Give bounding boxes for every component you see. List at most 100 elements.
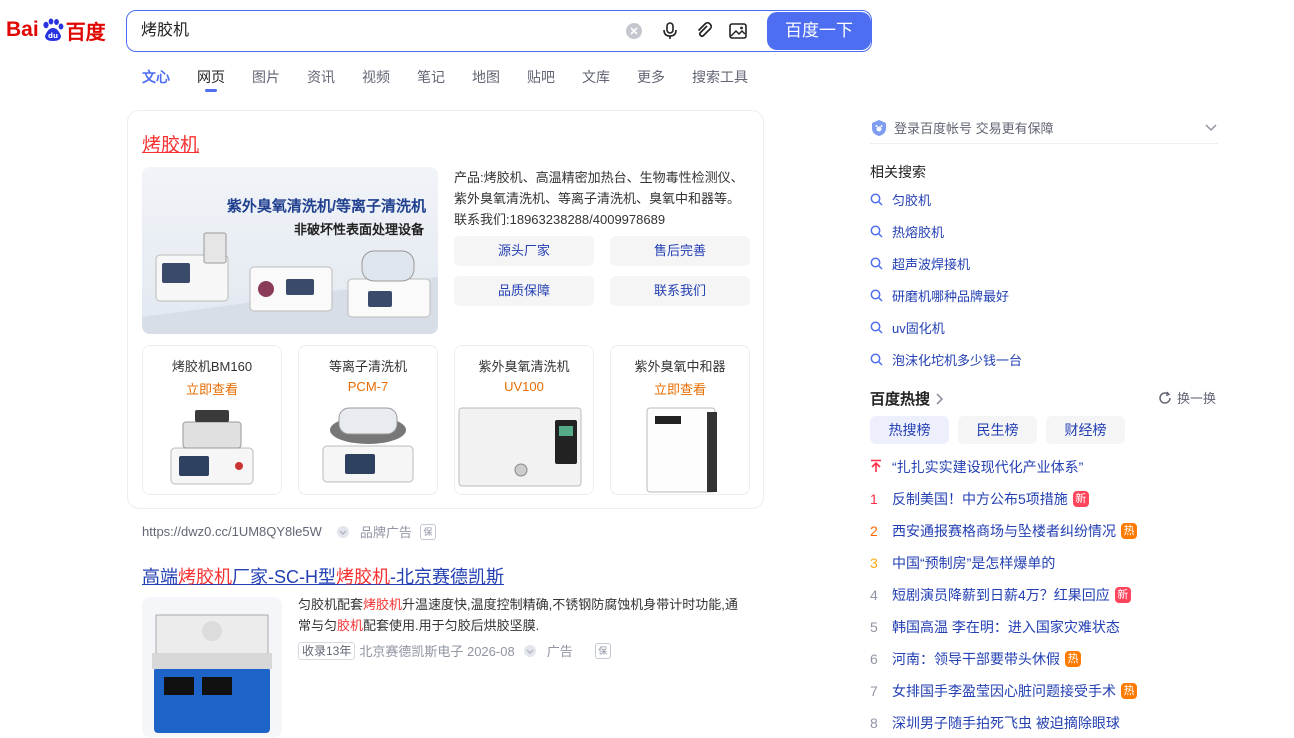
product-image xyxy=(646,407,717,493)
product-image xyxy=(458,407,582,487)
microphone-icon[interactable] xyxy=(660,21,680,41)
new-badge: 新 xyxy=(1072,491,1089,507)
hot-search-item[interactable]: 2 西安通报赛格商场与坠楼者纠纷情况热 xyxy=(870,521,1137,541)
search-box[interactable]: 烤胶机 xyxy=(126,10,872,52)
hot-search-item[interactable]: “扎扎实实建设现代化产业体系” xyxy=(870,457,1083,477)
desc-text: 升温速度快,温度控制精确,不锈钢防腐蚀机身带计时功能,通 xyxy=(402,597,738,612)
guarantee-icon[interactable]: 保 xyxy=(419,523,436,540)
related-search-item[interactable]: 泡沫化坨机多少钱一台 xyxy=(870,350,1022,369)
hot-rank: 2 xyxy=(870,523,878,539)
tab-wenxin[interactable]: 文心 xyxy=(142,66,170,90)
chevron-right-icon xyxy=(934,392,944,406)
pill-quality[interactable]: 品质保障 xyxy=(454,276,594,306)
hot-title: 反制美国！中方公布5项措施 xyxy=(892,491,1068,507)
product-card-pcm7[interactable]: 等离子清洗机 PCM-7 xyxy=(298,345,438,495)
related-search-item[interactable]: 超声波焊接机 xyxy=(870,254,970,273)
tab-finance[interactable]: 财经榜 xyxy=(1046,416,1125,444)
hot-title: 深圳男子随手拍死飞虫 被迫摘除眼球 xyxy=(892,715,1120,731)
pill-contact[interactable]: 联系我们 xyxy=(610,276,750,306)
desc-text: 匀胶机配套 xyxy=(298,597,364,612)
hot-title: “扎扎实实建设现代化产业体系” xyxy=(892,459,1084,475)
related-search-label: 泡沫化坨机多少钱一台 xyxy=(892,353,1023,368)
tab-wenku[interactable]: 文库 xyxy=(582,66,610,90)
result-title[interactable]: 高端烤胶机厂家-SC-H型烤胶机-北京赛德凯斯 xyxy=(142,563,504,589)
related-search-label: 研磨机哪种品牌最好 xyxy=(892,289,1010,304)
related-search-item[interactable]: uv固化机 xyxy=(870,318,945,337)
search-icon xyxy=(870,257,883,270)
title-keyword: 烤胶机 xyxy=(178,567,232,587)
tab-video[interactable]: 视频 xyxy=(362,66,390,90)
search-icon xyxy=(870,193,883,206)
desc-text: 常与匀 xyxy=(298,618,338,633)
product-card-uv100[interactable]: 紫外臭氧清洗机 UV100 xyxy=(454,345,594,495)
tab-map[interactable]: 地图 xyxy=(472,66,500,90)
ad-banner-image[interactable]: 紫外臭氧清洗机/等离子清洗机 非破坏性表面处理设备 xyxy=(142,167,438,334)
product-link[interactable]: 立即查看 xyxy=(143,379,281,398)
hot-rank: 3 xyxy=(870,555,878,571)
result-thumbnail[interactable] xyxy=(142,597,282,737)
hot-search-item[interactable]: 8 深圳男子随手拍死飞虫 被迫摘除眼球 xyxy=(870,713,1120,733)
product-name: 紫外臭氧清洗机 xyxy=(478,359,570,374)
desc-keyword: 烤胶机 xyxy=(363,597,403,612)
brand-ad-label[interactable]: 品牌广告 xyxy=(360,522,412,541)
search-icon xyxy=(870,353,883,366)
tab-notes[interactable]: 笔记 xyxy=(417,66,445,90)
result-description: 匀胶机配套烤胶机升温速度快,温度控制精确,不锈钢防腐蚀机身带计时功能,通 常与匀… xyxy=(298,594,748,636)
hot-search-item[interactable]: 7 女排国手李盈莹因心脏问题接受手术热 xyxy=(870,681,1137,701)
product-link[interactable]: UV100 xyxy=(455,379,593,394)
product-link[interactable]: PCM-7 xyxy=(299,379,437,394)
pill-source-factory[interactable]: 源头厂家 xyxy=(454,236,594,266)
clear-icon[interactable] xyxy=(625,22,643,40)
product-card-bm160[interactable]: 烤胶机BM160 立即查看 xyxy=(142,345,282,495)
logo-cn: 百度 xyxy=(65,21,106,44)
ad-url[interactable]: https://dwz0.cc/1UM8QY8le5W xyxy=(142,524,322,539)
hot-title: 女排国手李盈莹因心脏问题接受手术 xyxy=(892,683,1116,699)
image-search-icon[interactable] xyxy=(728,21,748,41)
search-tabs: 文心 网页 图片 资讯 视频 笔记 地图 贴吧 文库 更多 搜索工具 xyxy=(142,66,775,92)
hot-rank: 4 xyxy=(870,587,878,603)
related-search-item[interactable]: 研磨机哪种品牌最好 xyxy=(870,286,1009,305)
hot-search-item[interactable]: 4 短剧演员降薪到日薪4万？红果回应新 xyxy=(870,585,1131,605)
related-search-item[interactable]: 热熔胶机 xyxy=(870,222,944,241)
product-name: 烤胶机BM160 xyxy=(171,359,253,374)
hot-search-item[interactable]: 3 中国“预制房”是怎样爆单的 xyxy=(870,553,1055,573)
tab-web[interactable]: 网页 xyxy=(197,66,225,92)
product-card-ozone-neutralizer[interactable]: 紫外臭氧中和器 立即查看 xyxy=(610,345,750,495)
chevron-down-icon[interactable] xyxy=(1204,120,1218,134)
tab-news[interactable]: 资讯 xyxy=(307,66,335,90)
related-search-label: 匀胶机 xyxy=(892,193,932,208)
tab-tieba[interactable]: 贴吧 xyxy=(527,66,555,90)
logo-du: du xyxy=(48,32,58,40)
ad-title[interactable]: 烤胶机 xyxy=(142,130,199,157)
tab-more[interactable]: 更多 xyxy=(637,66,665,90)
hot-rank: 6 xyxy=(870,651,878,667)
product-link[interactable]: 立即查看 xyxy=(611,379,749,398)
hot-search-item[interactable]: 1 反制美国！中方公布5项措施新 xyxy=(870,489,1089,509)
pill-after-sales[interactable]: 售后完善 xyxy=(610,236,750,266)
refresh-button[interactable]: 换一换 xyxy=(1158,388,1216,407)
related-search-item[interactable]: 匀胶机 xyxy=(870,190,931,209)
search-tools xyxy=(625,11,748,51)
refresh-icon xyxy=(1158,391,1172,405)
result-source[interactable]: 北京赛德凯斯电子 2026-08 xyxy=(359,641,514,660)
login-prompt[interactable]: 登录百度帐号 交易更有保障 xyxy=(870,112,1218,144)
result-meta: 收录13年 北京赛德凯斯电子 2026-08 广告 保 xyxy=(298,641,611,660)
search-input[interactable]: 烤胶机 xyxy=(141,11,189,51)
guarantee-icon[interactable]: 保 xyxy=(594,642,611,659)
search-icon xyxy=(870,321,883,334)
attachment-icon[interactable] xyxy=(694,21,714,41)
desc-keyword: 胶机 xyxy=(337,618,364,633)
hot-rank: 8 xyxy=(870,715,878,731)
logo-bai: Bai xyxy=(6,18,39,41)
tab-livelihood[interactable]: 民生榜 xyxy=(958,416,1037,444)
ad-label[interactable]: 广告 xyxy=(547,641,573,660)
search-button[interactable]: 百度一下 xyxy=(767,12,871,50)
hot-search-title[interactable]: 百度热搜 xyxy=(870,388,944,409)
product-name: 等离子清洗机 xyxy=(328,359,407,374)
tab-images[interactable]: 图片 xyxy=(252,66,280,90)
baidu-logo[interactable]: Bai du 百度 xyxy=(6,14,106,46)
tab-hot-search[interactable]: 热搜榜 xyxy=(870,416,949,444)
tab-search-tools[interactable]: 搜索工具 xyxy=(692,66,748,90)
hot-search-item[interactable]: 5 韩国高温 李在明：进入国家灾难状态 xyxy=(870,617,1120,637)
hot-search-item[interactable]: 6 河南：领导干部要带头休假热 xyxy=(870,649,1081,669)
